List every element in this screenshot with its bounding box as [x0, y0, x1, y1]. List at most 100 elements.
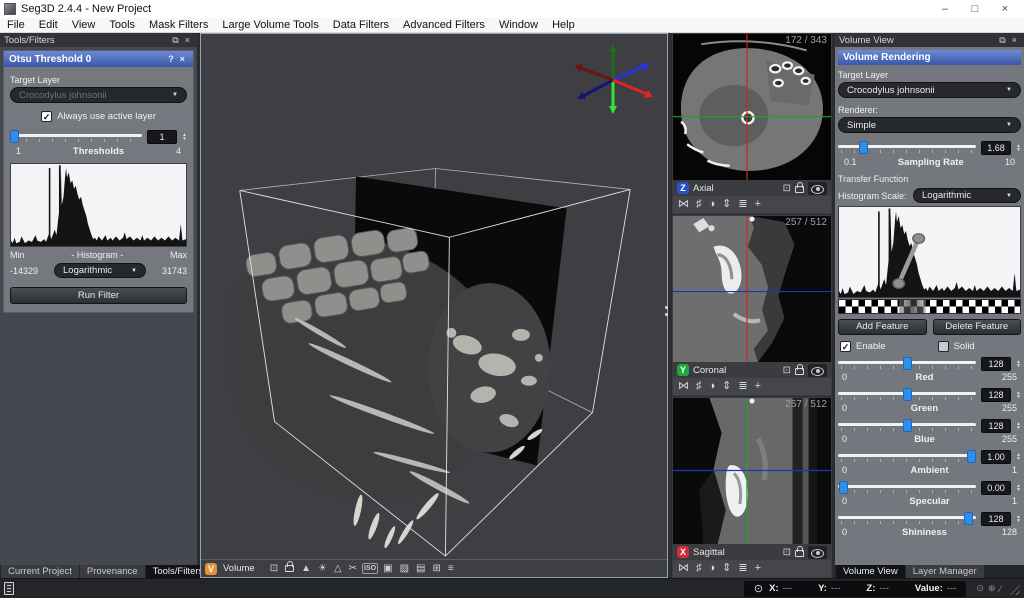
- minimize-button[interactable]: –: [930, 0, 960, 18]
- axial-viewer-dropdown[interactable]: Axial: [693, 183, 779, 194]
- specular-spinbox[interactable]: 0.00: [981, 481, 1012, 495]
- tab-layer-manager[interactable]: Layer Manager: [905, 565, 984, 578]
- visibility-eye-icon[interactable]: [808, 545, 827, 559]
- tab-volume-view[interactable]: Volume View: [836, 565, 905, 578]
- delete-feature-button[interactable]: Delete Feature: [932, 319, 1021, 335]
- lock-icon[interactable]: [795, 545, 804, 560]
- dock-close-icon[interactable]: ×: [182, 35, 193, 45]
- target-layer-dropdown[interactable]: Crocodylus johnsonii ▼: [10, 87, 187, 103]
- light-icon[interactable]: ☀: [316, 561, 329, 577]
- splitter-dot[interactable]: [749, 216, 755, 222]
- coronal-viewer-dropdown[interactable]: Coronal: [693, 365, 779, 376]
- thresholds-slider-thumb[interactable]: [10, 130, 19, 143]
- tf-handle-low[interactable]: [892, 278, 906, 289]
- menu-lines-icon[interactable]: ≣: [738, 561, 747, 576]
- visibility-eye-icon[interactable]: [808, 181, 827, 195]
- red-spinbox[interactable]: 128: [981, 357, 1012, 371]
- menu-data-filters[interactable]: Data Filters: [326, 18, 396, 33]
- grid-icon[interactable]: ♯: [696, 561, 702, 576]
- menu-file[interactable]: File: [0, 18, 32, 33]
- menu-tools[interactable]: Tools: [102, 18, 142, 33]
- thresholds-spinbox[interactable]: 1: [147, 130, 178, 144]
- target-layer-dropdown[interactable]: Crocodylus johnsonii ▼: [838, 82, 1021, 98]
- histogram-scale-dropdown[interactable]: Logarithmic ▼: [54, 263, 146, 278]
- orientation-icon[interactable]: ▲: [299, 561, 313, 577]
- message-log-icon[interactable]: [4, 582, 14, 595]
- lock-icon[interactable]: [795, 363, 804, 378]
- overlay-icon[interactable]: ▨: [398, 561, 411, 577]
- grid-icon[interactable]: ♯: [696, 379, 702, 394]
- ambient-spinbox[interactable]: 1.00: [981, 450, 1012, 464]
- volume-viewport[interactable]: V Volume ⊡ ▲ ☀ △ ✂ ISO ▣ ▨ ▤ ⊞ ≡: [200, 33, 668, 578]
- slice-updown-icon[interactable]: ⇕: [722, 379, 731, 394]
- grid-icon[interactable]: ⊞: [430, 561, 442, 577]
- maximize-button[interactable]: □: [960, 0, 990, 18]
- histogram-scale-dropdown[interactable]: Logarithmic ▼: [913, 188, 1021, 203]
- clipping-icon[interactable]: △: [332, 561, 344, 577]
- tf-handle-high[interactable]: [912, 233, 926, 244]
- shininess-spinbox[interactable]: 128: [981, 512, 1012, 526]
- add-viewer-icon[interactable]: +: [755, 561, 761, 576]
- close-button[interactable]: ×: [990, 0, 1020, 18]
- tool-help-icon[interactable]: ?: [165, 54, 177, 64]
- shininess-slider[interactable]: [838, 512, 977, 526]
- autoview-icon[interactable]: ⊡: [783, 183, 791, 194]
- transfer-function-histogram[interactable]: [838, 206, 1021, 298]
- menu-lines-icon[interactable]: ≣: [738, 379, 747, 394]
- add-feature-button[interactable]: Add Feature: [838, 319, 927, 335]
- status-icon-1[interactable]: ⊙: [974, 583, 986, 594]
- status-icon-2[interactable]: ⊕: [986, 583, 998, 594]
- flip-horizontal-icon[interactable]: ⋈: [678, 561, 689, 576]
- menu-mask-filters[interactable]: Mask Filters: [142, 18, 215, 33]
- add-viewer-icon[interactable]: +: [755, 197, 761, 212]
- menu-lines-icon[interactable]: ≡: [446, 561, 456, 577]
- viewer-mode-dropdown[interactable]: Volume: [223, 563, 255, 574]
- sagittal-slice-image[interactable]: 257 / 512: [673, 398, 831, 544]
- sagittal-viewer-dropdown[interactable]: Sagittal: [693, 547, 779, 558]
- menu-large-volume-tools[interactable]: Large Volume Tools: [215, 18, 325, 33]
- dock-float-icon[interactable]: ⧉: [169, 35, 181, 46]
- lock-icon[interactable]: [283, 560, 296, 578]
- slice-updown-icon[interactable]: ⇕: [722, 561, 731, 576]
- renderer-dropdown[interactable]: Simple ▼: [838, 117, 1021, 133]
- thresholds-spinner[interactable]: ▲ ▼: [182, 132, 187, 142]
- add-viewer-icon[interactable]: +: [755, 379, 761, 394]
- visibility-eye-icon[interactable]: [808, 363, 827, 377]
- resize-grip[interactable]: [1007, 582, 1020, 595]
- scissors-icon[interactable]: ✂: [347, 561, 359, 577]
- otsu-tool-header[interactable]: Otsu Threshold 0 ? ×: [4, 51, 193, 67]
- flip-horizontal-icon[interactable]: ⋈: [678, 197, 689, 212]
- green-slider[interactable]: [838, 388, 977, 402]
- green-spinbox[interactable]: 128: [981, 388, 1012, 402]
- slice-updown-icon[interactable]: ⇕: [722, 197, 731, 212]
- solid-checkbox[interactable]: [937, 341, 949, 352]
- sampling-rate-thumb[interactable]: [858, 141, 868, 154]
- menu-help[interactable]: Help: [545, 18, 582, 33]
- blue-spinbox[interactable]: 128: [981, 419, 1012, 433]
- layers-icon[interactable]: ▤: [414, 561, 427, 577]
- axial-slice-image[interactable]: 172 / 343: [673, 34, 831, 180]
- flip-vertical-icon[interactable]: ◑: [709, 197, 716, 212]
- menu-view[interactable]: View: [65, 18, 103, 33]
- dock-float-icon[interactable]: ⧉: [996, 35, 1008, 46]
- run-filter-button[interactable]: Run Filter: [10, 287, 187, 304]
- enable-checkbox[interactable]: ✓: [840, 341, 851, 352]
- tab-provenance[interactable]: Provenance: [79, 565, 145, 578]
- menu-lines-icon[interactable]: ≣: [738, 197, 747, 212]
- snapshot-icon[interactable]: ▣: [381, 561, 394, 577]
- ambient-slider[interactable]: [838, 450, 977, 464]
- isosurface-icon[interactable]: ISO: [362, 563, 379, 574]
- autoview-icon[interactable]: ⊡: [783, 365, 791, 376]
- sampling-rate-slider[interactable]: [838, 141, 977, 155]
- coronal-slice-image[interactable]: 257 / 512: [673, 216, 831, 362]
- status-icon-3[interactable]: ∕: [997, 584, 1003, 594]
- flip-horizontal-icon[interactable]: ⋈: [678, 379, 689, 394]
- autoview-icon[interactable]: ⊡: [783, 547, 791, 558]
- tool-close-icon[interactable]: ×: [177, 54, 188, 64]
- thresholds-slider[interactable]: [10, 130, 143, 144]
- menu-edit[interactable]: Edit: [32, 18, 65, 33]
- red-slider[interactable]: [838, 357, 977, 371]
- world-coords-icon[interactable]: ⊙: [754, 582, 763, 595]
- flip-vertical-icon[interactable]: ◑: [709, 379, 716, 394]
- always-active-checkbox[interactable]: ✓: [41, 111, 53, 122]
